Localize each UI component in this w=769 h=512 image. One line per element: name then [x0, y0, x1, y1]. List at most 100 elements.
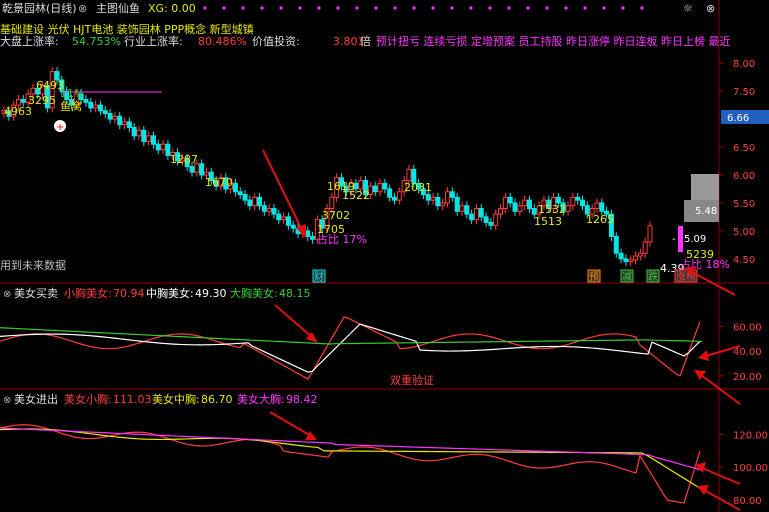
- price-tick-label: 4.50: [733, 255, 755, 266]
- event-tag[interactable]: 财: [312, 269, 326, 283]
- panel3-title: 美女进出: [14, 392, 58, 406]
- candle: [570, 192, 576, 211]
- last-price-label: 5.09: [684, 234, 706, 245]
- panel2-close-icon[interactable]: ⊗: [3, 289, 11, 300]
- close-icon[interactable]: ⊗: [78, 2, 87, 15]
- axis-tick-label: 60.00: [733, 323, 762, 334]
- price-tick-label: 6.50: [733, 143, 755, 154]
- candle: [102, 106, 108, 118]
- axis-tick-label: 40.00: [733, 347, 762, 358]
- candle: [117, 111, 123, 130]
- candle: [257, 192, 263, 211]
- price-range-block: [691, 174, 719, 200]
- current-price: 6.66: [727, 113, 749, 124]
- value-invest-label: 价值投资:: [252, 34, 300, 48]
- candle: [305, 226, 311, 241]
- signal-dot: [241, 6, 245, 10]
- candle: [276, 209, 282, 225]
- svg-text:财: 财: [314, 270, 324, 283]
- industry-up-label: 行业上涨率:: [124, 34, 183, 48]
- candle: [155, 139, 161, 155]
- candle: [633, 251, 639, 265]
- panel2-axis: 60.00 40.00 20.00: [719, 323, 762, 383]
- panel2-s1-value: 70.94: [113, 287, 145, 300]
- annotation-arrow: [274, 304, 318, 343]
- candle: [372, 181, 378, 197]
- chart-annotation-label: 1522: [342, 189, 370, 202]
- annotation-arrow: [269, 411, 317, 440]
- price-tick-label: 5.00: [733, 227, 755, 238]
- candle: [517, 201, 523, 216]
- signal-dot: [621, 6, 625, 10]
- panel3-s2-value: 86.70: [201, 393, 233, 406]
- candle: [647, 221, 653, 247]
- volume-labels: 496332956493鱼窝11%1287167017053702占比 17%1…: [4, 79, 730, 275]
- candle: [478, 204, 484, 222]
- candle: [97, 100, 103, 116]
- candle: [512, 198, 518, 216]
- chart-annotation-label: 占比 17%: [317, 232, 367, 246]
- signal-dot: [355, 6, 359, 10]
- candle: [502, 192, 508, 213]
- candle: [377, 178, 383, 197]
- candle: [146, 131, 152, 146]
- candle: [565, 201, 571, 216]
- event-tag-row: 财预减跌涨榜: [312, 269, 698, 283]
- signal-dot: [336, 6, 340, 10]
- price-tick-label: 5.50: [733, 199, 755, 210]
- last-price-suffix: -: [672, 234, 676, 245]
- candle: [430, 192, 436, 205]
- panel3-s3-value: 98.42: [286, 393, 318, 406]
- panel3-s2-label: 美女中胸:: [152, 392, 200, 406]
- candle: [237, 187, 243, 200]
- signal-dot: [564, 6, 568, 10]
- candle: [507, 192, 513, 208]
- event-tag[interactable]: 减: [620, 269, 634, 283]
- signal-dot: [507, 6, 511, 10]
- chart-annotation-label: 鱼窝: [60, 99, 82, 113]
- candle: [83, 95, 89, 107]
- candle: [112, 111, 118, 124]
- signal-dot: [431, 6, 435, 10]
- candle: [623, 254, 629, 267]
- event-tag[interactable]: 预: [587, 269, 601, 283]
- signal-dot: [488, 6, 492, 10]
- value-invest-unit: 倍: [360, 34, 371, 48]
- panel3-s1-label: 美女小胸:: [64, 392, 112, 406]
- stock-chart[interactable]: 乾景园林(日线) ⊗ 主图仙鱼 XG: 0.00 ☼ ⊗ 基础建设 光伏 HJT…: [0, 0, 769, 512]
- candle: [281, 212, 287, 225]
- candle: [498, 204, 504, 219]
- indicator-line: [0, 424, 701, 504]
- chart-annotation-label: 2031: [404, 181, 432, 194]
- candle: [628, 255, 634, 267]
- candle: [613, 231, 619, 258]
- candle: [150, 131, 156, 149]
- chart-title: 乾景园林(日线): [2, 1, 77, 15]
- settings-gear-icon[interactable]: ☼: [683, 2, 693, 15]
- price-tick-label: 7.50: [733, 87, 755, 98]
- future-data-note: 用到未来数据: [0, 258, 66, 272]
- signal-dots: [203, 6, 644, 10]
- indicator-name[interactable]: 主图仙鱼: [96, 1, 140, 15]
- candle: [488, 218, 494, 230]
- candle: [242, 190, 248, 205]
- close-panel-icon[interactable]: ⊗: [706, 2, 715, 15]
- candle: [310, 231, 316, 244]
- panel3-close-icon[interactable]: ⊗: [3, 395, 11, 406]
- candle: [93, 100, 99, 113]
- buy-marker-plus: +: [56, 122, 64, 133]
- candle: [290, 220, 296, 233]
- candle: [396, 187, 402, 205]
- candle: [454, 192, 460, 216]
- chart-annotation-label: 1265: [586, 213, 614, 226]
- signal-dot: [298, 6, 302, 10]
- signal-dot: [602, 6, 606, 10]
- event-tag[interactable]: 跌: [646, 269, 660, 283]
- svg-text:减: 减: [622, 271, 632, 283]
- signal-dot: [260, 6, 264, 10]
- svg-text:预: 预: [589, 271, 599, 283]
- chart-annotation-label: 1513: [534, 215, 562, 228]
- panel2-s3-label: 大胸美女:: [230, 286, 278, 300]
- price-tick-label: 8.00: [733, 59, 755, 70]
- annotation-arrow: [262, 149, 306, 238]
